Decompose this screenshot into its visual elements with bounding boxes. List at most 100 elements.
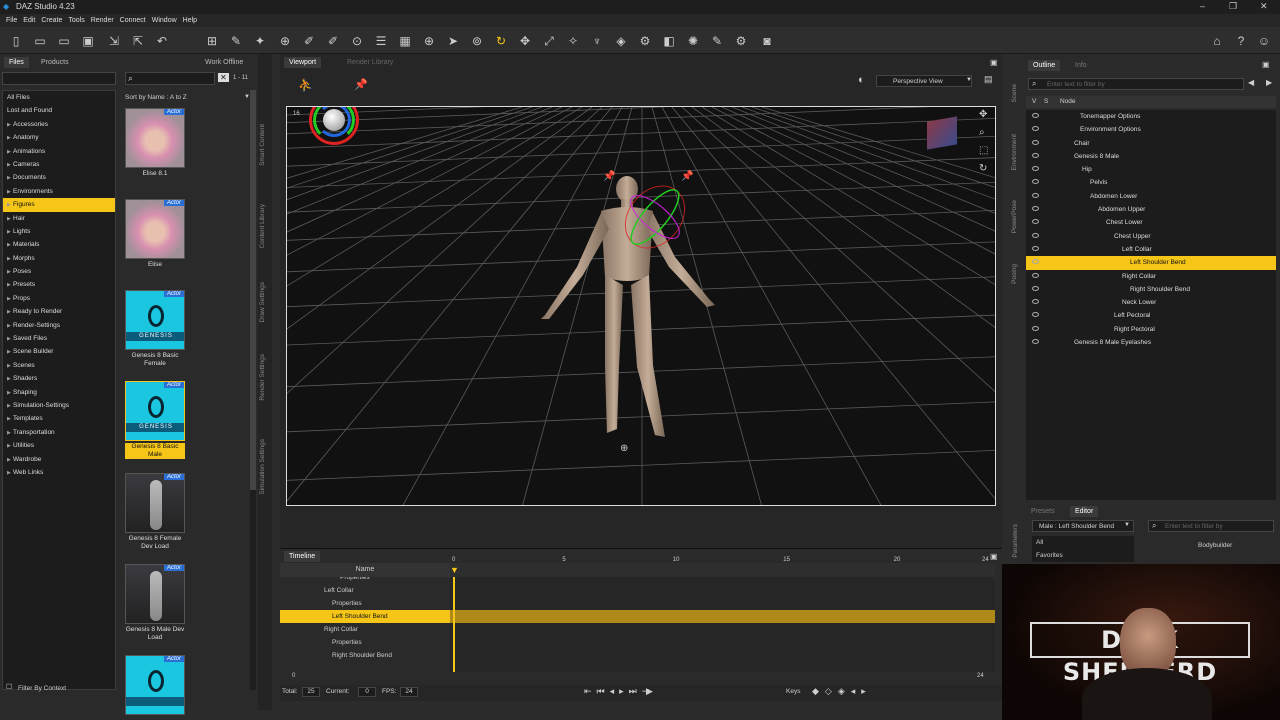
fps-input[interactable]: 24 xyxy=(400,687,418,697)
category-item[interactable]: ▶ Presets xyxy=(3,278,115,291)
category-item[interactable]: ▶ Morphs xyxy=(3,252,115,265)
pane-menu-icon[interactable]: ▣ xyxy=(990,552,998,561)
category-filter-input[interactable] xyxy=(2,72,116,85)
scene-node[interactable]: Genesis 8 Male xyxy=(1026,150,1276,163)
scene-node[interactable]: Right Shoulder Bend xyxy=(1026,283,1276,296)
timeline-ruler[interactable]: 0 5 10 15 20 24 ▼ xyxy=(450,557,995,577)
draw-style-icon[interactable]: ◐ xyxy=(858,74,865,86)
category-item[interactable]: ▶ Poses xyxy=(3,265,115,278)
tab-render-library[interactable]: Render Library xyxy=(342,57,398,68)
arrow-right-icon[interactable]: ▶ xyxy=(1266,78,1272,87)
grid-icon[interactable]: ▦ xyxy=(397,33,413,49)
list-item[interactable]: All xyxy=(1032,536,1134,549)
content-thumbnail[interactable]: Actor Elise xyxy=(125,199,185,269)
figure-icon[interactable]: ⛹ xyxy=(298,78,313,92)
menu-help[interactable]: Help xyxy=(183,14,197,27)
content-thumbnail[interactable]: Actor Elise 8.1 xyxy=(125,108,185,178)
search-input[interactable] xyxy=(125,72,215,85)
scale-tool-icon[interactable]: ⤢ xyxy=(541,33,557,49)
category-item[interactable]: ▶ Environments xyxy=(3,185,115,198)
merge-icon[interactable]: ▭ xyxy=(56,33,72,49)
tab-powerpose[interactable]: PowerPose xyxy=(1011,200,1018,233)
home-icon[interactable]: ⌂ xyxy=(1209,33,1225,49)
pin-icon[interactable]: 📌 xyxy=(354,78,368,91)
tab-viewport[interactable]: Viewport xyxy=(284,57,322,68)
menu-render[interactable]: Render xyxy=(91,14,114,27)
content-thumbnail[interactable]: GENESIS Actor Genesis 8 Basic Male xyxy=(125,381,185,459)
tab-draw-settings[interactable]: Draw Settings xyxy=(259,282,266,322)
category-item[interactable]: ▶ Cameras xyxy=(3,158,115,171)
pose-tool-icon[interactable]: ✎ xyxy=(228,33,244,49)
filter-by-context[interactable]: Filter By Context xyxy=(18,685,66,692)
menu-edit[interactable]: Edit xyxy=(23,14,35,27)
scene-node[interactable]: Right Pectoral xyxy=(1026,323,1276,336)
content-thumbnail[interactable]: Actor Genesis 8 Female Dev Load xyxy=(125,473,185,551)
category-item[interactable]: ▶ Transportation xyxy=(3,426,115,439)
node-select-dropdown[interactable]: Male : Left Shoulder Bend xyxy=(1032,520,1134,532)
category-item[interactable]: ▶ Wardrobe xyxy=(3,453,115,466)
visibility-eye-icon[interactable] xyxy=(1032,179,1039,185)
total-frames-input[interactable]: 25 xyxy=(302,687,320,697)
timeline-row[interactable]: Properties xyxy=(280,636,450,649)
open-icon[interactable]: ▭ xyxy=(32,33,48,49)
content-thumbnail[interactable]: GENESIS Actor Genesis 8 Basic Female xyxy=(125,290,185,368)
category-item[interactable]: ▶ Lights xyxy=(3,225,115,238)
category-item[interactable]: ▶ Simulation-Settings xyxy=(3,399,115,412)
draw-style-icon[interactable]: ✎ xyxy=(709,33,725,49)
scene-node[interactable]: Tonemapper Options xyxy=(1026,110,1276,123)
spot-render-icon[interactable]: ◈ xyxy=(613,33,629,49)
scene-node[interactable]: Left Collar xyxy=(1026,243,1276,256)
category-item[interactable]: ▶ Shaping xyxy=(3,386,115,399)
tab-parameters[interactable]: Parameters xyxy=(1012,524,1019,558)
playhead-icon[interactable]: ▼ xyxy=(450,565,459,575)
visibility-eye-icon[interactable] xyxy=(1032,232,1039,238)
scene-node[interactable]: Left Pectoral xyxy=(1026,309,1276,322)
category-item[interactable]: ▶ Scenes xyxy=(3,359,115,372)
tab-simulation-settings[interactable]: Simulation Settings xyxy=(259,439,266,495)
category-item[interactable]: ▶ Materials xyxy=(3,238,115,251)
geometry-editor-icon[interactable]: ✐ xyxy=(325,33,341,49)
visibility-eye-icon[interactable] xyxy=(1032,219,1039,225)
pan-icon[interactable]: ✥ xyxy=(979,109,987,120)
pin-icon[interactable]: 📌 xyxy=(603,171,615,182)
tab-smart-content[interactable]: Smart Content xyxy=(259,124,266,166)
visibility-eye-icon[interactable] xyxy=(1032,126,1039,132)
menu-file[interactable]: File xyxy=(6,14,17,27)
tab-render-settings[interactable]: Render Settings xyxy=(259,354,266,401)
category-item[interactable]: ▶ Templates xyxy=(3,412,115,425)
visibility-eye-icon[interactable] xyxy=(1032,166,1039,172)
new-file-icon[interactable]: ▯ xyxy=(8,33,24,49)
tab-info[interactable]: Info xyxy=(1070,60,1092,71)
tab-environment[interactable]: Environment xyxy=(1011,134,1018,171)
category-item[interactable]: ▶ Accessories xyxy=(3,118,115,131)
timeline-row[interactable]: Left Shoulder Bend xyxy=(280,610,450,623)
work-offline-button[interactable]: Work Offline xyxy=(200,57,248,68)
tab-content-library[interactable]: Content Library xyxy=(259,204,266,248)
category-item[interactable]: ▶ Render-Settings xyxy=(3,319,115,332)
pin-icon[interactable]: 📌 xyxy=(681,171,693,182)
category-item[interactable]: Lost and Found xyxy=(3,104,115,117)
tab-files[interactable]: Files xyxy=(4,57,29,68)
camera-icon[interactable]: ◙ xyxy=(759,33,775,49)
scene-node[interactable]: Chest Lower xyxy=(1026,216,1276,229)
scene-node[interactable]: Chair xyxy=(1026,137,1276,150)
visibility-eye-icon[interactable] xyxy=(1032,192,1039,198)
playback-controls[interactable]: ⇤⏮◂▸⏭⇥ xyxy=(584,686,654,697)
visibility-eye-icon[interactable] xyxy=(1032,139,1039,145)
tab-products[interactable]: Products xyxy=(36,57,74,68)
timeline-row[interactable]: Properties xyxy=(280,577,450,584)
scene-node[interactable]: Genesis 8 Male Eyelashes xyxy=(1026,336,1276,349)
visibility-eye-icon[interactable] xyxy=(1032,339,1039,345)
thumbnail-scrollbar[interactable] xyxy=(250,90,256,690)
viewport-menu-icon[interactable]: ▤ xyxy=(984,74,993,85)
category-item[interactable]: ▶ Utilities xyxy=(3,439,115,452)
category-item[interactable]: ▶ Documents xyxy=(3,171,115,184)
content-thumbnail[interactable]: Actor Genesis 8 Male Dev Load xyxy=(125,564,185,642)
figure-origin-icon[interactable]: ⊕ xyxy=(620,443,628,454)
scene-node[interactable]: Left Shoulder Bend xyxy=(1026,256,1276,270)
visibility-eye-icon[interactable] xyxy=(1032,272,1039,278)
surface-select-icon[interactable]: ✧ xyxy=(565,33,581,49)
menu-tools[interactable]: Tools xyxy=(68,14,84,27)
list-item[interactable]: Favorites xyxy=(1032,549,1134,562)
visibility-eye-icon[interactable] xyxy=(1032,245,1039,251)
